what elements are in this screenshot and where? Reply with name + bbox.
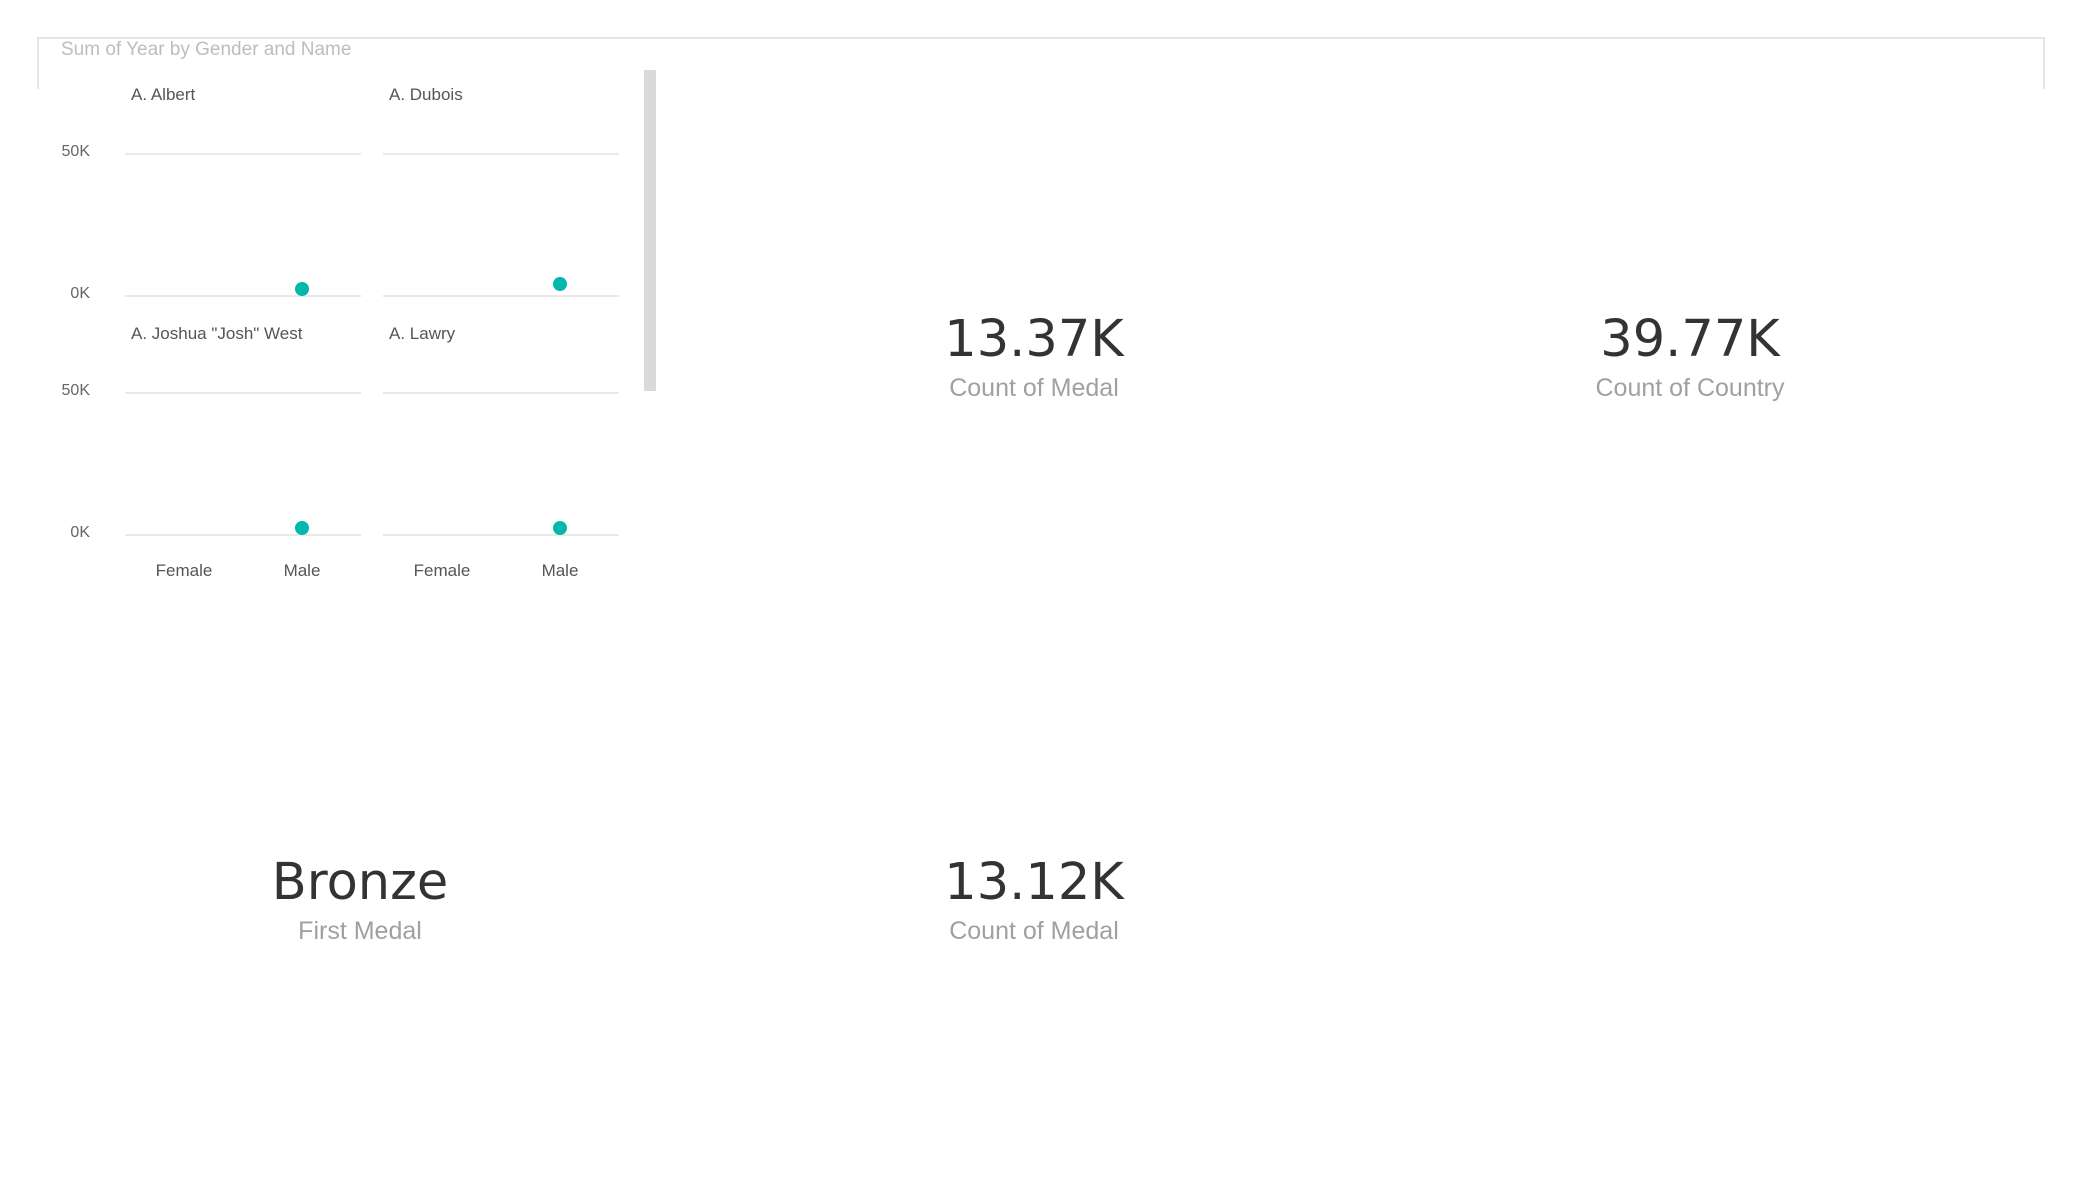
panel-label: A. Dubois [389,85,463,104]
gridline [125,295,361,297]
card-value: 39.77K [1600,310,1780,369]
small-multiples-chart[interactable]: 50K 0K 50K 0K A. Albert A. Dubois A. Joshua "J… [0,0,700,600]
data-point [553,276,567,291]
panel-label: A. Joshua "Josh" West [131,324,303,343]
y-tick-label: 50K [61,143,90,160]
gridline [125,153,361,155]
gridline [383,392,619,394]
gridline [383,534,619,536]
card-count-of-medal-2[interactable]: 13.12K Count of Medal [784,853,1284,946]
card-first-medal[interactable]: Bronze First Medal [110,853,610,946]
panel-label: A. Lawry [389,324,456,343]
x-tick-label: Female [155,561,213,580]
panel-label: A. Albert [131,85,196,104]
chart-scrollbar[interactable] [644,70,656,391]
card-label: Count of Medal [949,917,1119,945]
card-value: Bronze [271,853,449,912]
card-label: Count of Medal [949,374,1119,402]
y-tick-label: 0K [70,524,90,541]
gridline [125,534,361,536]
card-value: 13.37K [944,310,1124,369]
card-label: First Medal [298,917,422,945]
x-tick-label: Male [541,561,579,580]
card-count-of-country[interactable]: 39.77K Count of Country [1440,310,1940,403]
y-tick-label: 50K [61,382,90,399]
y-tick-label: 0K [70,285,90,302]
gridline [383,295,619,297]
card-count-of-medal[interactable]: 13.37K Count of Medal [784,310,1284,403]
gridline [383,153,619,155]
card-value: 13.12K [944,853,1124,912]
x-tick-label: Female [413,561,471,580]
card-label: Count of Country [1595,374,1785,402]
gridline [125,392,361,394]
visual-border-right [2043,37,2045,89]
x-tick-label: Male [283,561,321,580]
